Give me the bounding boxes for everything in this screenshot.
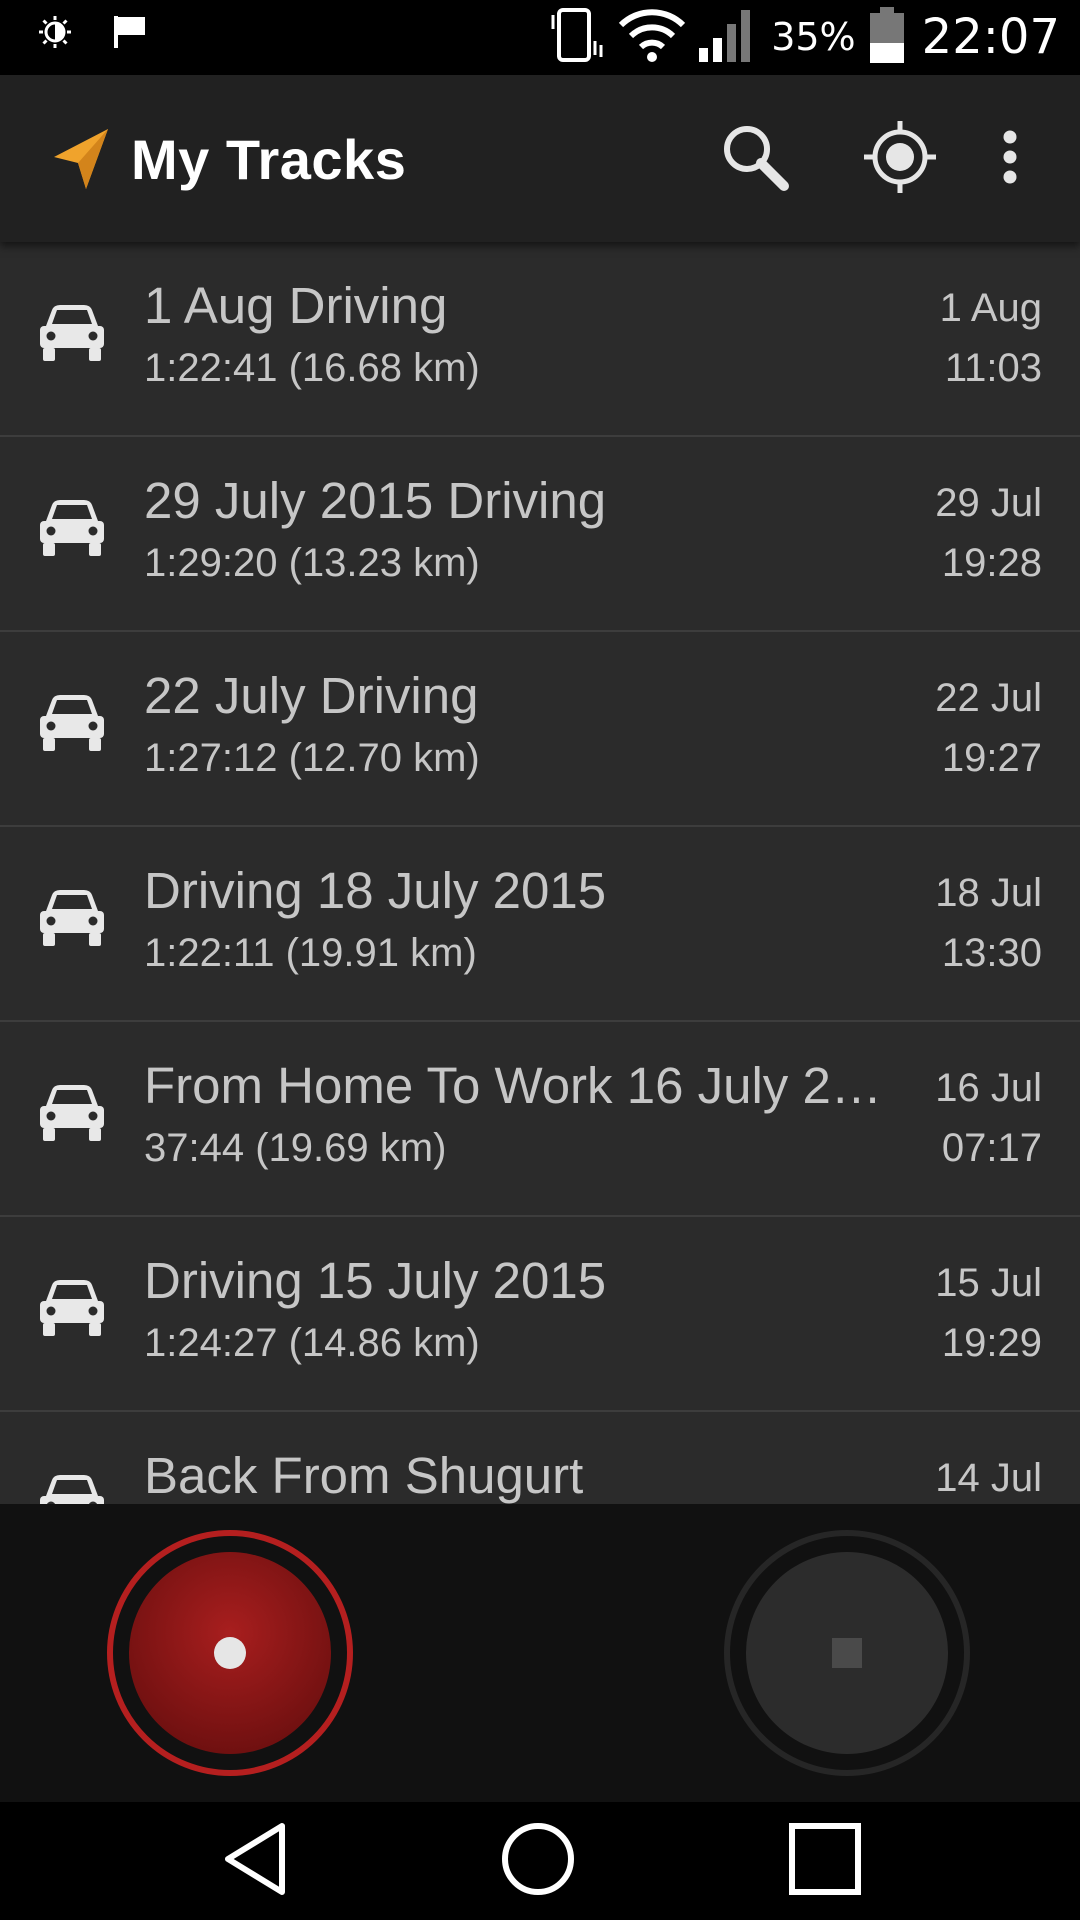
track-date: 29 Jul: [935, 481, 1042, 525]
track-time: 07:17: [941, 1126, 1042, 1170]
record-button[interactable]: [105, 1528, 355, 1778]
track-name: Driving 15 July 2015: [144, 1252, 607, 1309]
battery-icon: [868, 5, 906, 69]
overflow-menu-button[interactable]: [990, 75, 1030, 242]
back-icon: [222, 1822, 288, 1900]
track-date: 1 Aug: [939, 286, 1042, 330]
track-name: Back From Shugurt: [144, 1447, 584, 1504]
track-name: 29 July 2015 Driving: [144, 472, 607, 529]
track-name: Driving 18 July 2015: [144, 862, 607, 919]
track-time: 11:03: [944, 346, 1042, 390]
track-row[interactable]: From Home To Work 16 July 2… 37:44 (19.6…: [0, 1022, 1080, 1217]
app-bar: My Tracks: [0, 75, 1080, 242]
status-bar: 35% 22:07: [0, 0, 1080, 75]
track-summary: 1:24:27 (14.86 km): [144, 1321, 480, 1365]
navigation-arrow-icon: [52, 127, 112, 195]
recents-icon: [788, 1822, 862, 1900]
car-icon: [38, 1082, 106, 1148]
track-summary: 1:22:11 (19.91 km): [144, 931, 477, 975]
car-icon: [38, 497, 106, 563]
search-icon: [720, 122, 790, 196]
track-name: 22 July Driving: [144, 667, 479, 724]
flag-icon: [112, 14, 148, 54]
brightness-icon: [38, 15, 72, 53]
track-date: 16 Jul: [935, 1066, 1042, 1110]
track-time: 13:30: [941, 931, 1042, 975]
search-button[interactable]: [710, 75, 800, 242]
track-list[interactable]: 1 Aug Driving 1:22:41 (16.68 km) 1 Aug 1…: [0, 242, 1080, 1504]
track-date: 14 Jul: [935, 1456, 1042, 1500]
recents-button[interactable]: [765, 1802, 885, 1920]
track-summary: 1:22:41 (16.68 km): [144, 346, 480, 390]
track-date: 18 Jul: [935, 871, 1042, 915]
track-name: From Home To Work 16 July 2…: [144, 1057, 882, 1114]
stop-square-icon: [832, 1638, 862, 1668]
track-summary: 37:44 (19.69 km): [144, 1126, 447, 1170]
stop-button[interactable]: [722, 1528, 972, 1778]
vibrate-icon: [545, 7, 609, 67]
car-icon: [38, 1277, 106, 1343]
screen: 35% 22:07 My Tracks 1 Aug Driving 1:22:4…: [0, 0, 1080, 1920]
track-time: 19:27: [941, 736, 1042, 780]
home-button[interactable]: [478, 1802, 598, 1920]
wifi-icon: [617, 7, 687, 67]
track-date: 22 Jul: [935, 676, 1042, 720]
car-icon: [38, 887, 106, 953]
home-icon: [501, 1822, 575, 1900]
track-name: 1 Aug Driving: [144, 277, 448, 334]
car-icon: [38, 1472, 106, 1504]
track-row[interactable]: 22 July Driving 1:27:12 (12.70 km) 22 Ju…: [0, 632, 1080, 827]
my-location-icon: [862, 119, 938, 199]
track-row[interactable]: Driving 15 July 2015 1:24:27 (14.86 km) …: [0, 1217, 1080, 1412]
track-summary: 1:29:20 (13.23 km): [144, 541, 480, 585]
signal-icon: [697, 6, 761, 68]
recording-controls: [0, 1504, 1080, 1802]
my-location-button[interactable]: [855, 75, 945, 242]
car-icon: [38, 302, 106, 368]
track-row[interactable]: Driving 18 July 2015 1:22:11 (19.91 km) …: [0, 827, 1080, 1022]
track-summary: 1:27:12 (12.70 km): [144, 736, 480, 780]
back-button[interactable]: [195, 1802, 315, 1920]
overflow-menu-icon: [1002, 129, 1018, 189]
track-row[interactable]: 1 Aug Driving 1:22:41 (16.68 km) 1 Aug 1…: [0, 242, 1080, 437]
track-row[interactable]: Back From Shugurt 14 Jul: [0, 1412, 1080, 1504]
track-row[interactable]: 29 July 2015 Driving 1:29:20 (13.23 km) …: [0, 437, 1080, 632]
track-date: 15 Jul: [935, 1261, 1042, 1305]
record-dot-icon: [214, 1637, 246, 1669]
track-time: 19:28: [941, 541, 1042, 585]
car-icon: [38, 692, 106, 758]
battery-percent: 35%: [771, 15, 856, 59]
nav-bar: [0, 1802, 1080, 1920]
track-time: 19:29: [941, 1321, 1042, 1365]
clock: 22:07: [921, 9, 1060, 65]
app-title: My Tracks: [131, 128, 407, 191]
